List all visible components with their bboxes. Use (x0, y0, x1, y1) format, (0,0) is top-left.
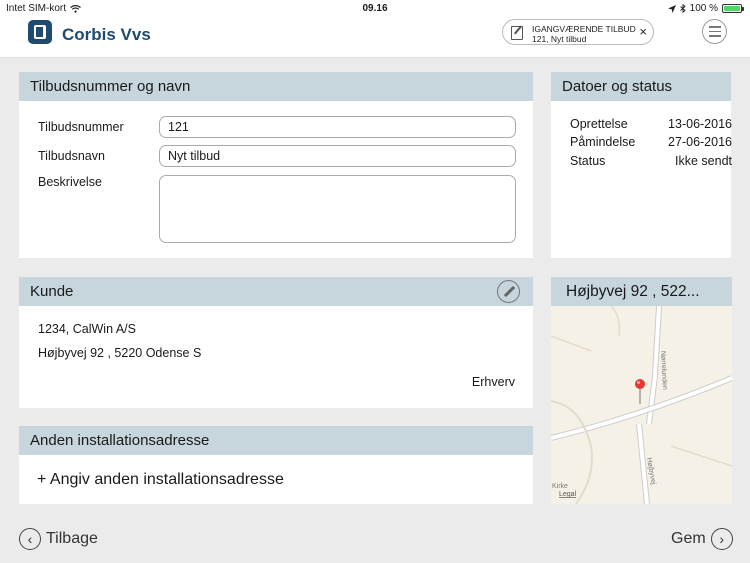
status-row: Status Ikke sendt (570, 154, 732, 168)
customer-name: 1234, CalWin A/S (38, 322, 136, 336)
dates-panel-title: Datoer og status (551, 72, 731, 101)
customer-panel-title: Kunde (19, 277, 533, 306)
document-edit-icon (511, 26, 523, 40)
date-row-reminder: Påmindelse 27-06-2016 (570, 135, 732, 149)
description-label: Beskrivelse (38, 175, 102, 189)
customer-type: Erhverv (471, 375, 515, 389)
back-label: Tilbage (46, 530, 98, 547)
map-panel: Højbyvej 92 , 522... Nørrelunden Højbyve… (551, 277, 732, 504)
install-address-panel: Anden installationsadresse + Angiv anden… (19, 426, 533, 504)
location-arrow-icon (667, 4, 676, 13)
hamburger-menu-icon[interactable] (702, 19, 727, 44)
battery-percent: 100 % (689, 3, 718, 14)
install-panel-title: Anden installationsadresse (19, 426, 533, 455)
map-panel-title: Højbyvej 92 , 522... (551, 277, 732, 306)
offer-chip-subtitle: 121, Nyt tilbud (532, 34, 587, 44)
dates-status-panel: Datoer og status Oprettelse 13-06-2016 P… (551, 72, 732, 258)
map-legal-link[interactable]: Legal (559, 491, 577, 498)
add-install-address-button[interactable]: + Angiv anden installationsadresse (37, 471, 284, 489)
status-right: 100 % (667, 3, 744, 14)
street-label-norrelunden: Nørrelunden (659, 351, 668, 390)
offer-panel-title: Tilbudsnummer og navn (19, 72, 533, 101)
offer-panel: Tilbudsnummer og navn Tilbudsnummer Tilb… (19, 72, 533, 258)
map-roads: Nørrelunden Højbyvej Kirke Legal (551, 306, 732, 504)
description-textarea[interactable] (159, 175, 516, 243)
offer-name-input[interactable] (159, 145, 516, 167)
app-header: Corbis Vvs IGANGVÆRENDE TILBUD 121, Nyt … (0, 16, 750, 58)
created-value: 13-06-2016 (668, 117, 732, 131)
chevron-right-icon: › (710, 528, 733, 550)
chevron-left-icon: ‹ (19, 528, 41, 550)
pencil-icon[interactable] (497, 280, 520, 303)
customer-title: Kunde (30, 283, 74, 300)
offer-number-label: Tilbudsnummer (38, 120, 124, 134)
current-offer-chip[interactable]: IGANGVÆRENDE TILBUD 121, Nyt tilbud × (502, 19, 654, 45)
status-value: Ikke sendt (675, 154, 732, 168)
customer-panel: Kunde 1234, CalWin A/S Højbyvej 92 , 522… (19, 277, 533, 408)
place-label-kirke: Kirke (552, 483, 568, 490)
offer-chip-text: IGANGVÆRENDE TILBUD 121, Nyt tilbud (532, 24, 636, 44)
created-label: Oprettelse (570, 117, 628, 131)
map-pin-icon[interactable] (635, 379, 645, 404)
status-bar: Intet SIM-kort 09.16 100 % (0, 0, 750, 16)
map-view[interactable]: Nørrelunden Højbyvej Kirke Legal (551, 306, 732, 504)
save-button[interactable]: Gem › (671, 528, 733, 550)
status-label: Status (570, 154, 606, 168)
save-label: Gem (671, 530, 706, 547)
offer-number-input[interactable] (159, 116, 516, 138)
customer-address: Højbyvej 92 , 5220 Odense S (38, 346, 202, 360)
offer-name-label: Tilbudsnavn (38, 149, 105, 163)
app-title: Corbis Vvs (62, 25, 151, 44)
bluetooth-icon (679, 4, 686, 13)
offer-chip-title: IGANGVÆRENDE TILBUD (532, 24, 636, 34)
app-logo-icon[interactable] (28, 20, 52, 44)
back-button[interactable]: ‹ Tilbage (19, 528, 98, 550)
battery-level (724, 6, 740, 11)
clock: 09.16 (362, 3, 388, 14)
date-row-created: Oprettelse 13-06-2016 (570, 117, 732, 131)
reminder-label: Påmindelse (570, 135, 636, 149)
battery-icon (722, 4, 744, 13)
reminder-value: 27-06-2016 (668, 135, 732, 149)
close-icon[interactable]: × (639, 25, 647, 39)
